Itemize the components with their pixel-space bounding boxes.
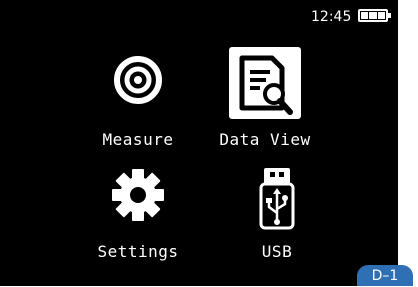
device-screen: 12:45 Measure Data View Settings USB: [0, 0, 398, 286]
menu-label-settings: Settings: [97, 242, 179, 261]
menu-label-usb: USB: [261, 242, 293, 261]
figure-label-badge: D–1: [357, 265, 413, 286]
menu-item-measure[interactable]: Measure: [68, 50, 208, 160]
battery-full-icon: [358, 9, 391, 22]
menu-item-data-view[interactable]: Data View: [195, 47, 335, 160]
menu-item-usb[interactable]: USB: [207, 163, 347, 273]
menu-item-settings[interactable]: Settings: [68, 163, 208, 273]
gear-icon: [68, 168, 208, 222]
menu-label-data-view: Data View: [219, 130, 311, 149]
document-search-icon: [195, 46, 335, 120]
target-icon: [68, 55, 208, 105]
status-time: 12:45: [311, 9, 352, 25]
menu-label-measure: Measure: [102, 130, 174, 149]
usb-drive-icon: [207, 167, 347, 231]
